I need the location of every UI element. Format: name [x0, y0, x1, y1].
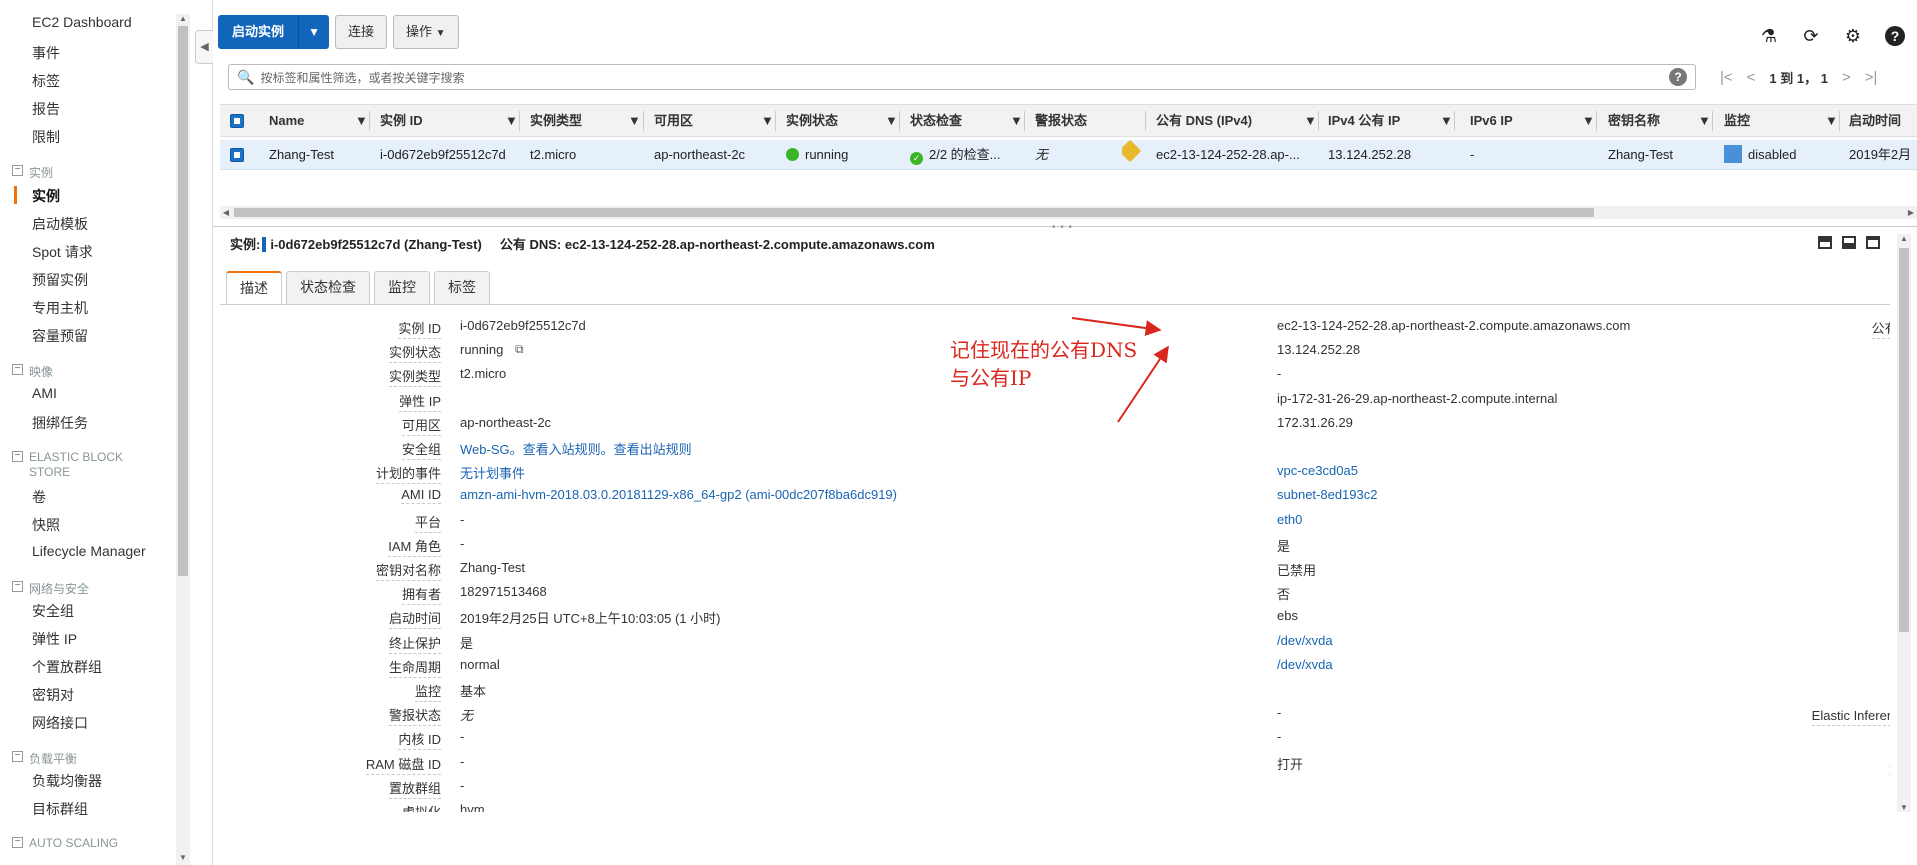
annotation-note: 记住现在的公有DNS 与公有IP — [950, 336, 1137, 392]
annotation-arrows — [1071, 317, 1169, 423]
ec2-console: EC2 Dashboard 事件 标签 报告 限制 − 实例 实例 启动模板 Sp… — [0, 0, 1917, 865]
arrow-to-public-dns — [1071, 317, 1162, 336]
annotation-line-1: 记住现在的公有DNS — [950, 338, 1138, 362]
annotation-line-2: 与公有IP — [950, 366, 1032, 390]
